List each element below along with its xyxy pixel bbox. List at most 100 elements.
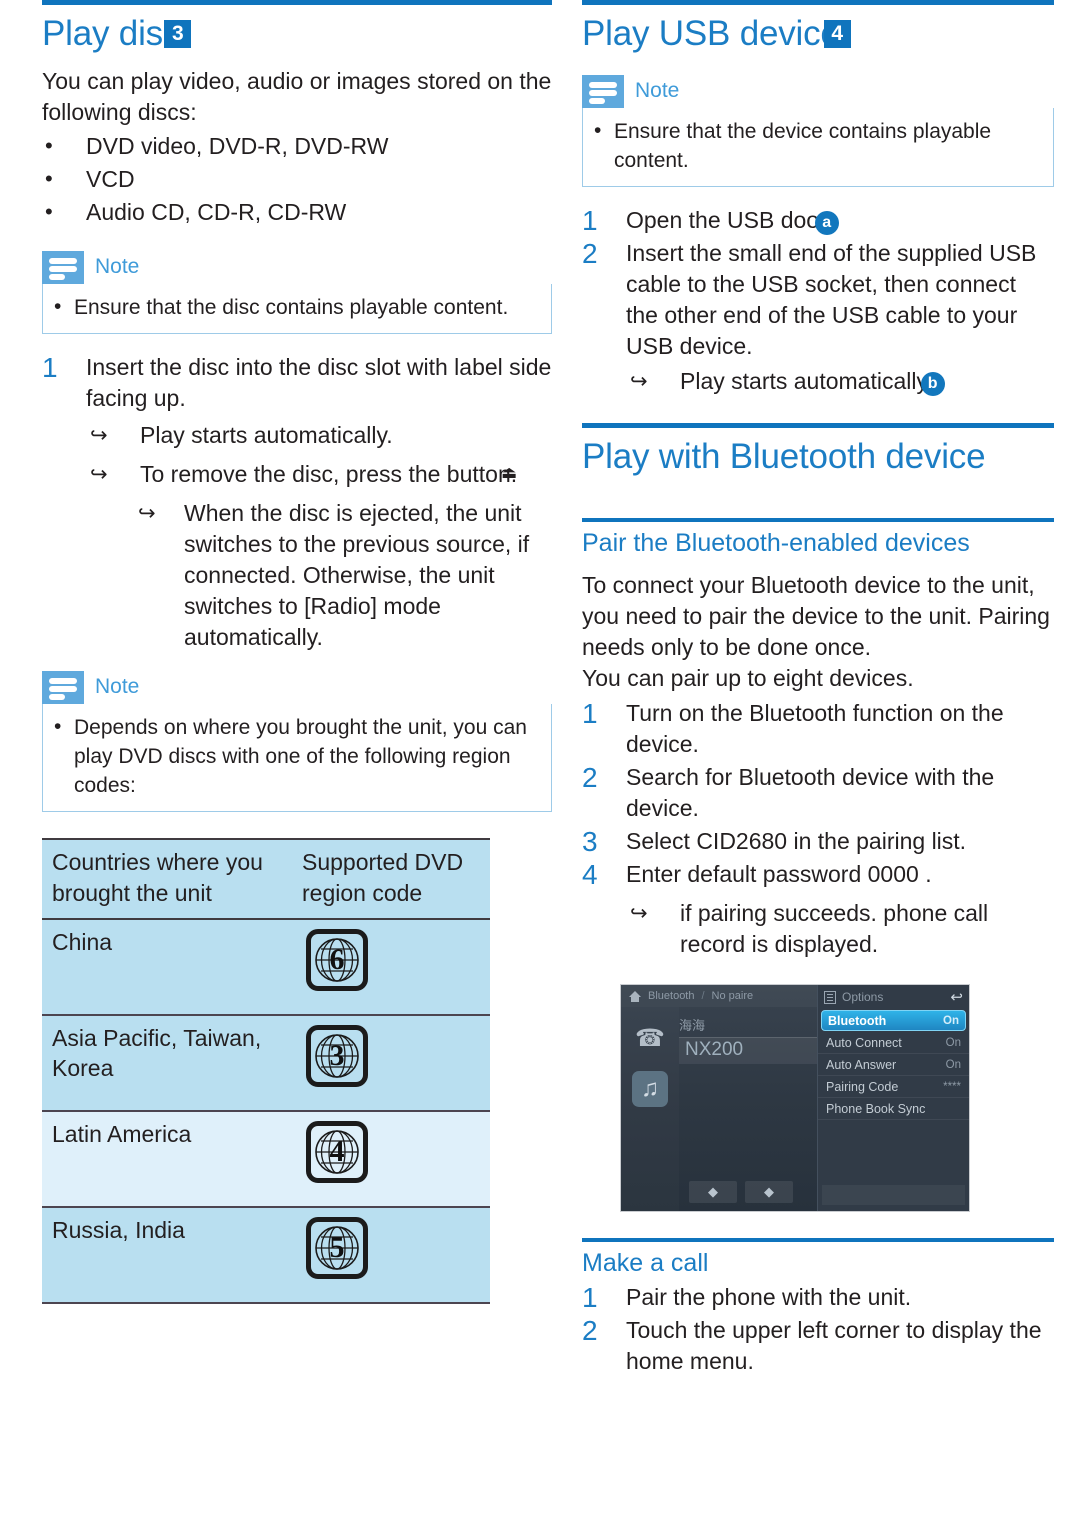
step-text: Pair the phone with the unit. <box>626 1283 912 1310</box>
disc-sub-results: ↪ Play starts automatically. ↪ To remove… <box>90 420 552 490</box>
step-item: 1 Pair the phone with the unit. <box>582 1282 1054 1313</box>
cell-country: China <box>42 918 292 1016</box>
pair-sub-results: ↪ if pairing succeeds. phone call record… <box>630 898 1054 960</box>
options-header: Options ↩ <box>818 985 969 1009</box>
note-label: Note <box>95 675 140 699</box>
list-item: DVD video, DVD-R, DVD-RW <box>42 129 552 163</box>
play-usb-heading-rule <box>582 0 1054 5</box>
list-item: VCD <box>42 162 552 196</box>
step-item: 1 Turn on the Bluetooth function on the … <box>582 698 1054 760</box>
back-icon[interactable]: ↩ <box>950 988 963 1006</box>
pair-heading-rule <box>582 517 1054 522</box>
note-header: Note <box>42 250 552 284</box>
play-disc-heading-text: Play disc <box>42 14 181 53</box>
left-column: Play disc3 You can play video, audio or … <box>42 0 552 1304</box>
step-item: 2 Insert the small end of the supplied U… <box>582 238 1054 362</box>
sub-result-item: ↪ To remove the disc, press the button. <box>90 459 552 490</box>
step-number: 1 <box>582 698 598 729</box>
pair-intro-2: You can pair up to eight devices. <box>582 665 914 691</box>
region-code-number: 3 <box>329 1038 345 1072</box>
make-call-heading: Make a call <box>582 1249 709 1277</box>
breadcrumb-state: No paire <box>711 990 754 1002</box>
make-call-steps: 1 Pair the phone with the unit. 2 Touch … <box>582 1282 1054 1377</box>
options-panel: Options ↩ Bluetooth On Auto Connect On A… <box>817 985 969 1211</box>
option-value: On <box>945 1036 961 1049</box>
step-number: 4 <box>582 859 598 890</box>
play-disc-intro: You can play video, audio or images stor… <box>42 67 552 125</box>
sub-result-item: ↪ When the disc is ejected, the unit swi… <box>138 498 552 653</box>
callout-marker-b: b <box>920 371 945 396</box>
option-row-bluetooth[interactable]: Bluetooth On <box>821 1010 966 1031</box>
arrow-icon: ↪ <box>138 501 156 525</box>
step-text: Select CID2680 in the pairing list. <box>626 828 967 854</box>
note-list: Depends on where you brought the unit, y… <box>51 712 543 800</box>
note-box-usb: Note Ensure that the device contains pla… <box>582 74 1054 187</box>
column-header-region-code: Supported DVD region code <box>292 837 490 920</box>
step-text: Enter default password 0000 . <box>626 861 932 887</box>
note-body: Depends on where you brought the unit, y… <box>42 703 552 812</box>
scroll-down-button[interactable]: ◆ <box>745 1181 793 1203</box>
column-header-country: Countries where you brought the unit <box>42 837 292 920</box>
option-label: Auto Connect <box>826 1035 902 1050</box>
cell-country: Russia, India <box>42 1206 292 1304</box>
option-row-pairing-code[interactable]: Pairing Code **** <box>818 1076 969 1098</box>
cell-region-code: 5 <box>292 1206 490 1304</box>
step-item: 2 Search for Bluetooth device with the d… <box>582 762 1054 824</box>
sub-result-text: When the disc is ejected, the unit switc… <box>184 499 530 650</box>
step-text: Insert the disc into the disc slot with … <box>86 353 552 411</box>
bluetooth-heading-rule <box>582 422 1054 428</box>
option-row-auto-answer[interactable]: Auto Answer On <box>818 1054 969 1076</box>
step-item: 4 Enter default password 0000 . <box>582 859 1054 890</box>
step-number: 2 <box>582 237 598 269</box>
option-label: Phone Book Sync <box>826 1101 926 1116</box>
table-row: Asia Pacific, Taiwan, Korea 3 <box>42 1014 490 1112</box>
sub-result-text: Play starts automatically.b <box>680 366 945 397</box>
region-code-number: 6 <box>329 942 345 976</box>
option-row-auto-connect[interactable]: Auto Connect On <box>818 1032 969 1054</box>
option-row-phone-book-sync[interactable]: Phone Book Sync <box>818 1098 969 1120</box>
note-header: Note <box>582 74 1054 108</box>
note-list: Ensure that the device contains playable… <box>591 116 1045 175</box>
step-text: Insert the small end of the supplied USB… <box>626 239 1037 359</box>
sub-result-text: To remove the disc, press the button. <box>140 459 517 490</box>
note-icon <box>42 670 84 704</box>
cell-region-code: 3 <box>292 1014 490 1112</box>
phone-icon[interactable]: ☎ <box>632 1021 668 1057</box>
arrow-icon: ↪ <box>630 369 648 393</box>
make-call-heading-rule <box>582 1238 1054 1242</box>
sub-result-text: if pairing succeeds. phone call record i… <box>680 900 989 957</box>
step-number: 1 <box>582 204 598 236</box>
cell-country: Latin America <box>42 1110 292 1208</box>
region-code-badge: 6 <box>306 928 368 991</box>
music-icon[interactable]: ♫ <box>632 1071 668 1107</box>
right-column: Play USB device4 Note Ensure that the de… <box>582 0 1054 1379</box>
step-number: 2 <box>582 1314 598 1346</box>
table-row: Russia, India 5 <box>42 1206 490 1304</box>
scroll-up-button[interactable]: ◆ <box>689 1181 737 1203</box>
disc-steps: 1 Insert the disc into the disc slot wit… <box>42 352 552 414</box>
breadcrumb-root: Bluetooth <box>648 990 695 1002</box>
option-label: Auto Answer <box>826 1057 897 1072</box>
pair-heading: Pair the Bluetooth-enabled devices <box>582 528 970 557</box>
step-number: 1 <box>42 351 58 383</box>
note-box-disc: Note Ensure that the disc contains playa… <box>42 250 552 334</box>
region-code-number: 5 <box>329 1230 345 1264</box>
region-code-badge: 5 <box>306 1216 368 1279</box>
screenshot-nav-arrows: ◆ ◆ <box>689 1181 793 1203</box>
cell-country: Asia Pacific, Taiwan, Korea <box>42 1014 292 1112</box>
home-icon[interactable] <box>629 990 641 1002</box>
cell-region-code: 6 <box>292 918 490 1016</box>
step-item: 2 Touch the upper left corner to display… <box>582 1315 1054 1377</box>
note-box-region: Note Depends on where you brought the un… <box>42 670 552 812</box>
list-item: Ensure that the device contains playable… <box>591 116 1045 175</box>
option-value: On <box>945 1058 961 1071</box>
sub-result-item: ↪ if pairing succeeds. phone call record… <box>630 898 1054 960</box>
screenshot-sidebar: ☎ ♫ <box>621 1007 679 1211</box>
step-item: 3 Select CID2680 in the pairing list. <box>582 826 1054 857</box>
step-item: 1 Open the USB doora <box>582 205 1054 236</box>
sub-result-item: ↪ Play starts automatically. <box>90 420 552 451</box>
play-disc-heading: Play disc3 <box>42 14 552 53</box>
note-body: Ensure that the device contains playable… <box>582 107 1054 187</box>
step-text: Search for Bluetooth device with the dev… <box>626 764 995 821</box>
step-number: 2 <box>582 762 598 793</box>
